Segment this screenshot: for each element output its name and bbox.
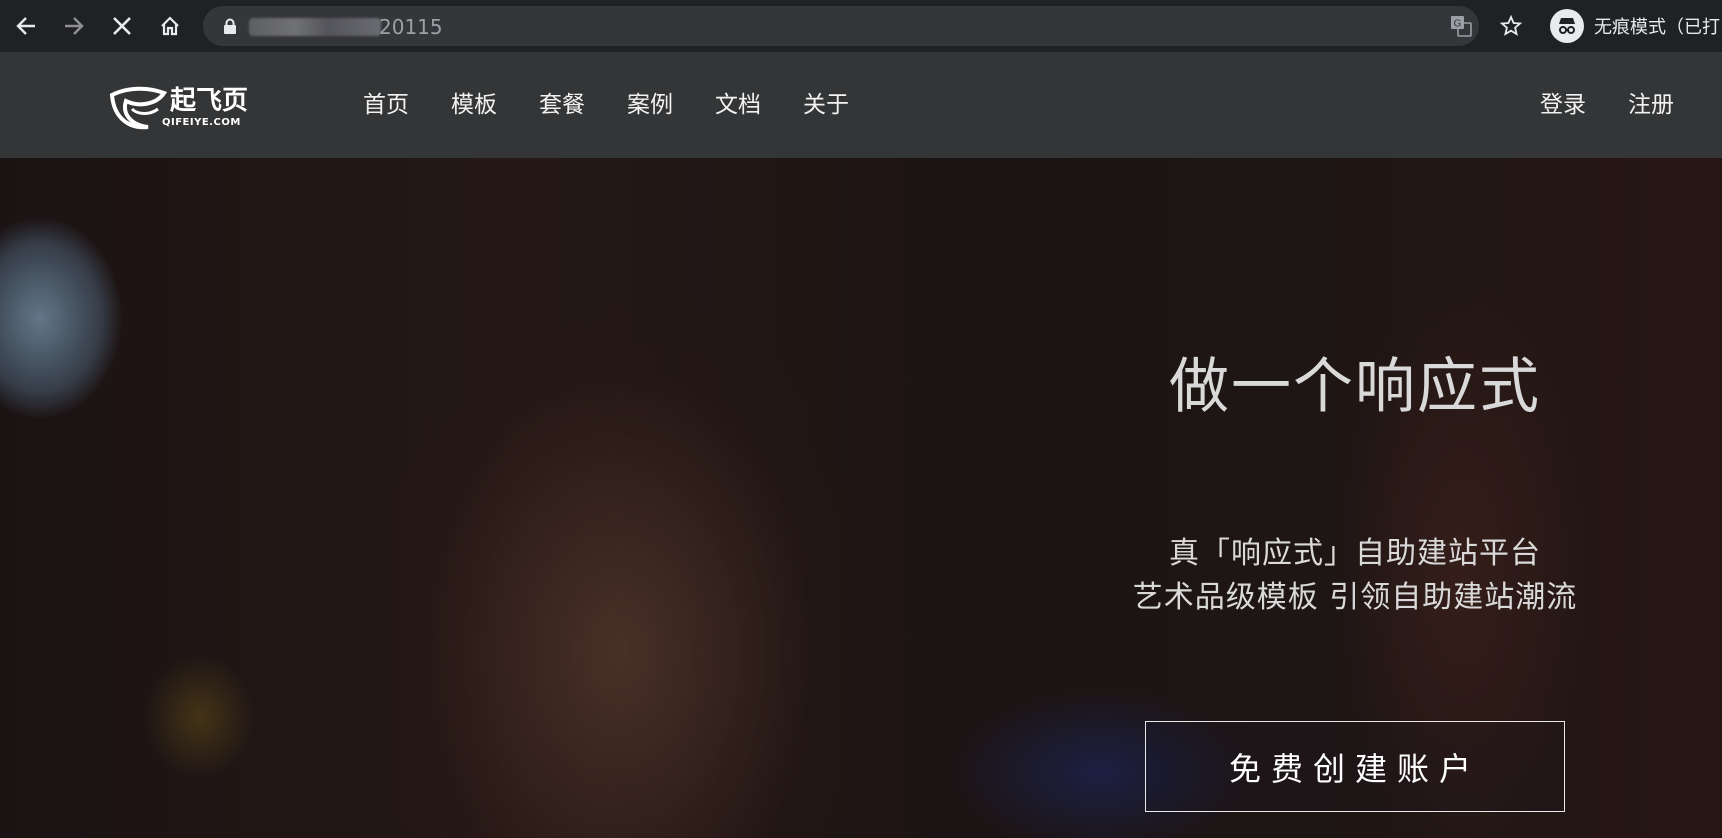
menu-item-docs[interactable]: 文档 — [715, 90, 761, 120]
star-icon[interactable] — [1499, 14, 1523, 38]
create-account-button[interactable]: 免费创建账户 — [1145, 721, 1565, 812]
menu-item-templates[interactable]: 模板 — [451, 90, 497, 120]
auth-links: 登录 注册 — [1498, 90, 1674, 120]
incognito-profile-button[interactable]: 无痕模式（已打 — [1550, 8, 1720, 44]
incognito-icon — [1550, 9, 1584, 43]
hero-title: 做一个响应式 — [1169, 352, 1541, 422]
back-arrow-icon[interactable] — [10, 10, 42, 42]
menu-item-about[interactable]: 关于 — [803, 90, 849, 120]
translate-icon[interactable]: G — [1449, 14, 1473, 38]
forward-arrow-icon[interactable] — [58, 10, 90, 42]
menu-item-home[interactable]: 首页 — [363, 90, 409, 120]
profile-label: 无痕模式（已打 — [1594, 17, 1720, 38]
address-bar[interactable]: 20115 G — [203, 6, 1522, 46]
home-icon[interactable] — [154, 10, 186, 42]
hero-subtitle-2: 艺术品级模板 引领自助建站潮流 — [1132, 580, 1578, 615]
svg-text:G: G — [1454, 19, 1462, 30]
stop-loading-icon[interactable] — [106, 10, 138, 42]
logo-subtext: QIFEIYE.COM — [162, 117, 241, 128]
website-viewport: 起飞页 QIFEIYE.COM 首页 模板 套餐 案例 文档 关于 登录 注册 … — [0, 52, 1722, 838]
obscured-url-segment — [249, 18, 381, 36]
main-menu: 首页 模板 套餐 案例 文档 关于 — [363, 90, 891, 120]
hero-subtitle-1: 真「响应式」自助建站平台 — [1169, 536, 1541, 571]
login-link[interactable]: 登录 — [1540, 90, 1586, 120]
url-text[interactable]: 20115 — [379, 15, 443, 39]
site-logo[interactable]: 起飞页 QIFEIYE.COM — [108, 85, 248, 131]
register-link[interactable]: 注册 — [1628, 90, 1674, 120]
logo-text: 起飞页 — [170, 86, 249, 116]
lock-icon[interactable] — [223, 18, 237, 38]
browser-toolbar: 20115 G 无痕模式（已打 — [0, 0, 1722, 52]
menu-item-cases[interactable]: 案例 — [627, 90, 673, 120]
site-header: 起飞页 QIFEIYE.COM 首页 模板 套餐 案例 文档 关于 登录 注册 — [0, 52, 1722, 158]
menu-item-plans[interactable]: 套餐 — [539, 90, 585, 120]
hero-text: 做一个响应式 真「响应式」自助建站平台 艺术品级模板 引领自助建站潮流 — [1080, 352, 1630, 620]
logo-leaf-icon — [109, 86, 168, 130]
